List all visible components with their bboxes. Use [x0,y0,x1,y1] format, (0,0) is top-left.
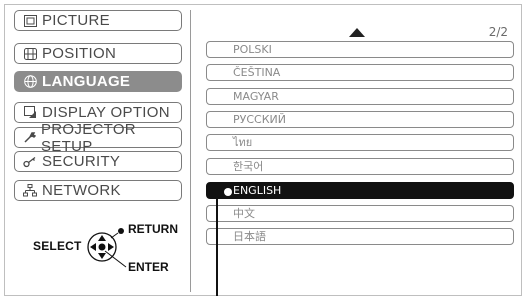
language-panel: 2/2 POLSKI ČEŠTINA MAGYAR РУССКИЙ ไทย 한국… [195,10,520,292]
language-option-english[interactable]: ENGLISH [206,182,514,199]
language-option-polski[interactable]: POLSKI [206,41,514,58]
menu-item-label: PICTURE [42,12,110,29]
menu-item-security[interactable]: SECURITY [14,151,182,172]
picture-icon [23,14,37,28]
language-option-label: ENGLISH [233,184,282,197]
select-pad-icon [87,228,127,268]
menu-item-position[interactable]: POSITION [14,43,182,64]
globe-icon [23,75,37,89]
menu-item-network[interactable]: NETWORK [14,180,182,201]
panel-divider [190,10,191,292]
key-icon [23,155,37,169]
language-option-magyar[interactable]: MAGYAR [206,88,514,105]
menu-item-label: PROJECTOR SETUP [41,120,136,155]
selection-pointer-line [216,197,218,296]
language-option-japanese[interactable]: 日本語 [206,228,514,245]
language-option-thai[interactable]: ไทย [206,134,514,151]
position-icon [23,47,37,61]
wrench-icon [23,131,36,145]
return-label: RETURN [128,222,178,236]
return-button-dot [118,228,124,234]
language-option-korean[interactable]: 한국어 [206,158,514,175]
scroll-up-arrow-icon[interactable] [349,28,365,37]
display-option-icon [23,106,37,120]
menu-item-label: POSITION [42,45,117,62]
language-option-chinese[interactable]: 中文 [206,205,514,222]
menu-item-label: DISPLAY OPTION [42,104,170,121]
menu-item-language[interactable]: LANGUAGE [14,71,182,92]
select-label: SELECT [33,239,82,253]
page-indicator: 2/2 [488,25,508,39]
language-option-russian[interactable]: РУССКИЙ [206,111,514,128]
menu-item-projector-setup[interactable]: PROJECTOR SETUP [14,121,182,155]
menu-item-label: NETWORK [42,182,121,199]
selection-pointer-dot [224,188,232,196]
language-option-cestina[interactable]: ČEŠTINA [206,64,514,81]
enter-label: ENTER [128,260,169,274]
menu-item-label: LANGUAGE [42,73,131,90]
network-icon [23,184,37,198]
menu-item-label: SECURITY [42,153,121,170]
menu-item-picture[interactable]: PICTURE [14,10,182,31]
